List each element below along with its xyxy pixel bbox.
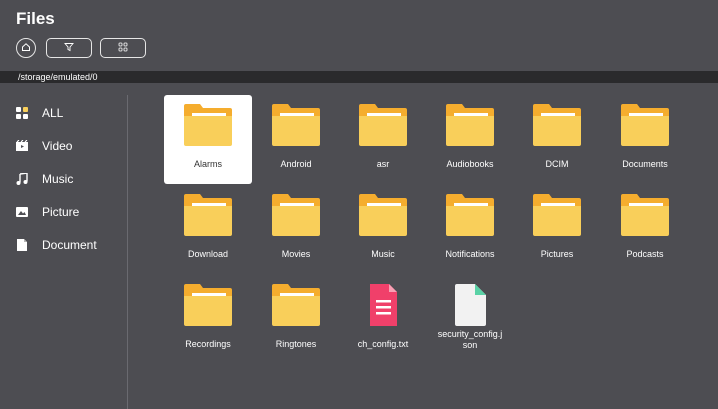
file-name: Audiobooks: [446, 159, 494, 169]
sidebar-item-picture[interactable]: Picture: [16, 202, 79, 222]
document-icon: [16, 239, 28, 251]
sidebar-item-all[interactable]: ALL: [16, 103, 63, 123]
folder-icon: [359, 104, 407, 146]
sidebar-item-label: Video: [42, 139, 73, 153]
sidebar-item-label: Picture: [42, 205, 80, 219]
folder-icon: [533, 194, 581, 236]
image-icon: [16, 206, 28, 218]
json-file-item[interactable]: security_config.j son: [426, 275, 514, 364]
grid-icon: [16, 107, 28, 119]
sidebar-item-video[interactable]: Video: [16, 136, 72, 156]
text-file-item[interactable]: ch_config.txt: [339, 275, 427, 364]
sidebar-item-music[interactable]: Music: [16, 169, 73, 189]
sidebar-item-document[interactable]: Document: [16, 235, 97, 255]
filter-icon: [64, 39, 74, 57]
folder-icon: [359, 194, 407, 236]
folder-icon: [184, 104, 232, 146]
folder-icon: [621, 194, 669, 236]
music-note-icon: [16, 173, 28, 185]
json-file-icon: [455, 284, 486, 326]
folder-item[interactable]: Download: [164, 185, 252, 274]
file-name: DCIM: [545, 159, 569, 169]
file-name-line: son: [462, 340, 478, 350]
file-name-line: security_config.j: [437, 329, 503, 339]
folder-item[interactable]: Movies: [252, 185, 340, 274]
app-title: Files: [16, 9, 55, 28]
folder-item[interactable]: Music: [339, 185, 427, 274]
folder-item[interactable]: Recordings: [164, 275, 252, 364]
folder-item[interactable]: Android: [252, 95, 340, 184]
file-name: security_config.j son: [426, 329, 514, 351]
folder-icon: [533, 104, 581, 146]
folder-icon: [621, 104, 669, 146]
folder-item[interactable]: Ringtones: [252, 275, 340, 364]
file-name: Pictures: [540, 249, 574, 259]
folder-item[interactable]: asr: [339, 95, 427, 184]
video-icon: [16, 140, 28, 152]
text-file-icon: [370, 284, 397, 326]
filter-button[interactable]: [46, 38, 92, 58]
file-name: Podcasts: [626, 249, 664, 259]
folder-icon: [272, 194, 320, 236]
file-name: Ringtones: [275, 339, 317, 349]
file-name: ch_config.txt: [357, 339, 409, 349]
folder-icon: [184, 194, 232, 236]
sidebar-item-label: Music: [42, 172, 74, 186]
folder-item[interactable]: Documents: [601, 95, 689, 184]
folder-icon: [272, 284, 320, 326]
sidebar-item-label: ALL: [42, 106, 64, 120]
folder-item[interactable]: Podcasts: [601, 185, 689, 274]
sidebar-divider: [127, 95, 128, 409]
file-name: Documents: [622, 159, 668, 169]
file-name: Recordings: [185, 339, 231, 349]
file-name: Alarms: [193, 159, 222, 169]
home-button[interactable]: [16, 38, 36, 58]
grid-view-icon: [118, 39, 128, 57]
folder-icon: [446, 104, 494, 146]
file-name: Music: [371, 249, 395, 259]
folder-item[interactable]: DCIM: [513, 95, 601, 184]
view-mode-button[interactable]: [100, 38, 146, 58]
file-name: asr: [376, 159, 390, 169]
folder-item[interactable]: Notifications: [426, 185, 514, 274]
path-breadcrumb: /storage/emulated/0: [0, 71, 718, 83]
file-name: Notifications: [445, 249, 495, 259]
folder-item[interactable]: Pictures: [513, 185, 601, 274]
folder-icon: [272, 104, 320, 146]
folder-item[interactable]: Audiobooks: [426, 95, 514, 184]
sidebar: ALL Video Music Picture Document: [0, 95, 127, 409]
sidebar-item-label: Document: [42, 238, 97, 252]
app-header: Files: [0, 0, 718, 70]
folder-item[interactable]: Alarms: [164, 95, 252, 184]
file-name: Download: [187, 249, 229, 259]
folder-icon: [184, 284, 232, 326]
file-name: Android: [280, 159, 312, 169]
home-icon: [21, 39, 31, 57]
folder-icon: [446, 194, 494, 236]
file-name: Movies: [281, 249, 311, 259]
